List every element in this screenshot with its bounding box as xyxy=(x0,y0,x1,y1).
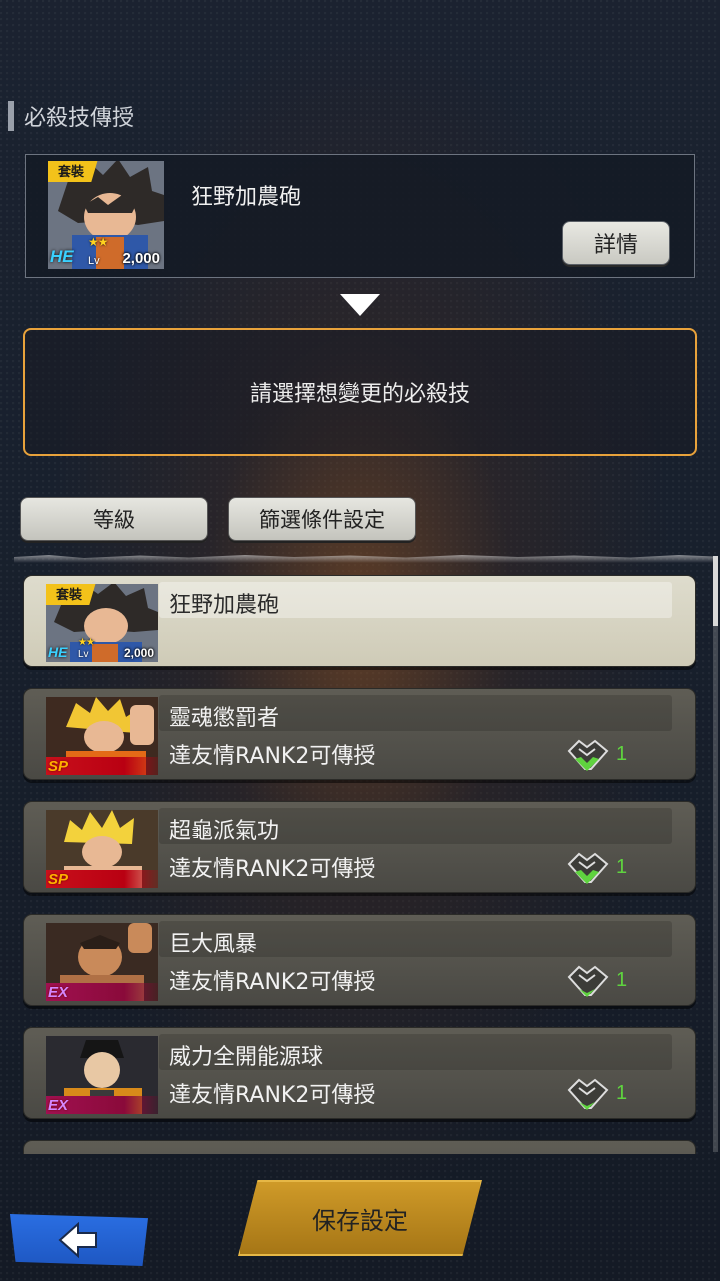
level-value: 2,000 xyxy=(123,646,154,660)
friendship-indicator: 1 xyxy=(565,1076,635,1112)
skill-name: 狂野加農砲 xyxy=(159,582,672,618)
rarity-label: EX xyxy=(48,1097,69,1114)
detail-button[interactable]: 詳情 xyxy=(562,221,670,265)
section-title: 必殺技傳授 xyxy=(24,106,135,131)
friend-count: 1 xyxy=(616,1082,628,1104)
rarity-badge: SP xyxy=(46,870,158,888)
friend-count: 1 xyxy=(616,969,628,991)
scrollbar-thumb[interactable] xyxy=(713,556,718,626)
friendship-indicator: 1 xyxy=(565,737,635,773)
current-skill-card: 套裝 HE ★★ Lv 2,000 狂野加農砲 詳情 xyxy=(25,154,695,278)
level-prefix: Lv xyxy=(78,649,89,660)
skill-row[interactable]: SP 靈魂懲罰者 達友情RANK2可傳授 1 xyxy=(23,688,696,780)
skill-name: 威力全開能源球 xyxy=(159,1034,672,1070)
he-badge: HE xyxy=(50,247,74,266)
friend-count: 1 xyxy=(616,856,628,878)
handshake-icon xyxy=(567,1078,609,1110)
selection-prompt-text: 請選擇想變更的必殺技 xyxy=(249,382,470,407)
friend-count: 1 xyxy=(616,743,628,765)
skill-row[interactable]: EX 威力全開能源球 達友情RANK2可傳授 1 xyxy=(23,1027,696,1119)
level-value: 2,000 xyxy=(122,250,160,267)
character-portrait: EX xyxy=(46,923,158,1001)
unlock-requirement: 達友情RANK2可傳授 xyxy=(169,1083,376,1108)
unlock-requirement: 達友情RANK2可傳授 xyxy=(169,857,376,882)
star-icon: ★★ xyxy=(78,637,95,648)
handshake-icon xyxy=(567,965,609,997)
selection-prompt-box[interactable]: 請選擇想變更的必殺技 xyxy=(23,328,697,456)
character-portrait[interactable]: 套裝 HE ★★ Lv 2,000 xyxy=(48,161,164,269)
skill-name: 靈魂懲罰者 xyxy=(159,695,672,731)
rarity-label: SP xyxy=(48,871,69,888)
character-portrait: EX xyxy=(46,1036,158,1114)
set-tag: 套裝 xyxy=(46,584,97,605)
section-header: 必殺技傳授 xyxy=(8,100,134,132)
back-arrow-icon xyxy=(58,1222,97,1258)
character-portrait: SP xyxy=(46,810,158,888)
skill-row-partial[interactable] xyxy=(23,1140,696,1154)
unlock-requirement: 達友情RANK2可傳授 xyxy=(169,744,376,769)
filter-settings-button[interactable]: 篩選條件設定 xyxy=(228,497,416,541)
he-badge: HE xyxy=(48,644,68,660)
skill-list[interactable]: 套裝 HE ★★ Lv 2,000 狂野加農砲 SP 靈魂懲罰者 達友情RANK… xyxy=(0,556,720,1154)
friendship-indicator: 1 xyxy=(565,850,635,886)
rarity-badge: EX xyxy=(46,983,158,1001)
rarity-badge: EX xyxy=(46,1096,158,1114)
save-settings-button[interactable]: 保存設定 xyxy=(238,1180,482,1256)
set-tag: 套裝 xyxy=(48,161,99,182)
section-marker xyxy=(8,101,14,131)
star-icon: ★★ xyxy=(88,235,108,249)
rarity-label: SP xyxy=(48,758,69,775)
skill-row[interactable]: SP 超龜派氣功 達友情RANK2可傳授 1 xyxy=(23,801,696,893)
character-portrait: 套裝 HE ★★ Lv 2,000 xyxy=(46,584,158,662)
rarity-label: EX xyxy=(48,984,69,1001)
skill-row[interactable]: EX 巨大風暴 達友情RANK2可傳授 1 xyxy=(23,914,696,1006)
skill-row-selected[interactable]: 套裝 HE ★★ Lv 2,000 狂野加農砲 xyxy=(23,575,696,667)
friendship-indicator: 1 xyxy=(565,963,635,999)
current-skill-name: 狂野加農砲 xyxy=(191,185,302,210)
back-button[interactable] xyxy=(10,1214,148,1266)
rarity-badge: SP xyxy=(46,757,158,775)
level-prefix: Lv xyxy=(88,255,100,267)
handshake-icon xyxy=(567,852,609,884)
list-scrollbar[interactable] xyxy=(713,556,718,1152)
skill-name: 巨大風暴 xyxy=(159,921,672,957)
skill-name: 超龜派氣功 xyxy=(159,808,672,844)
character-portrait: SP xyxy=(46,697,158,775)
down-triangle-icon xyxy=(340,294,380,316)
level-sort-button[interactable]: 等級 xyxy=(20,497,208,541)
unlock-requirement: 達友情RANK2可傳授 xyxy=(169,970,376,995)
handshake-icon xyxy=(567,739,609,771)
